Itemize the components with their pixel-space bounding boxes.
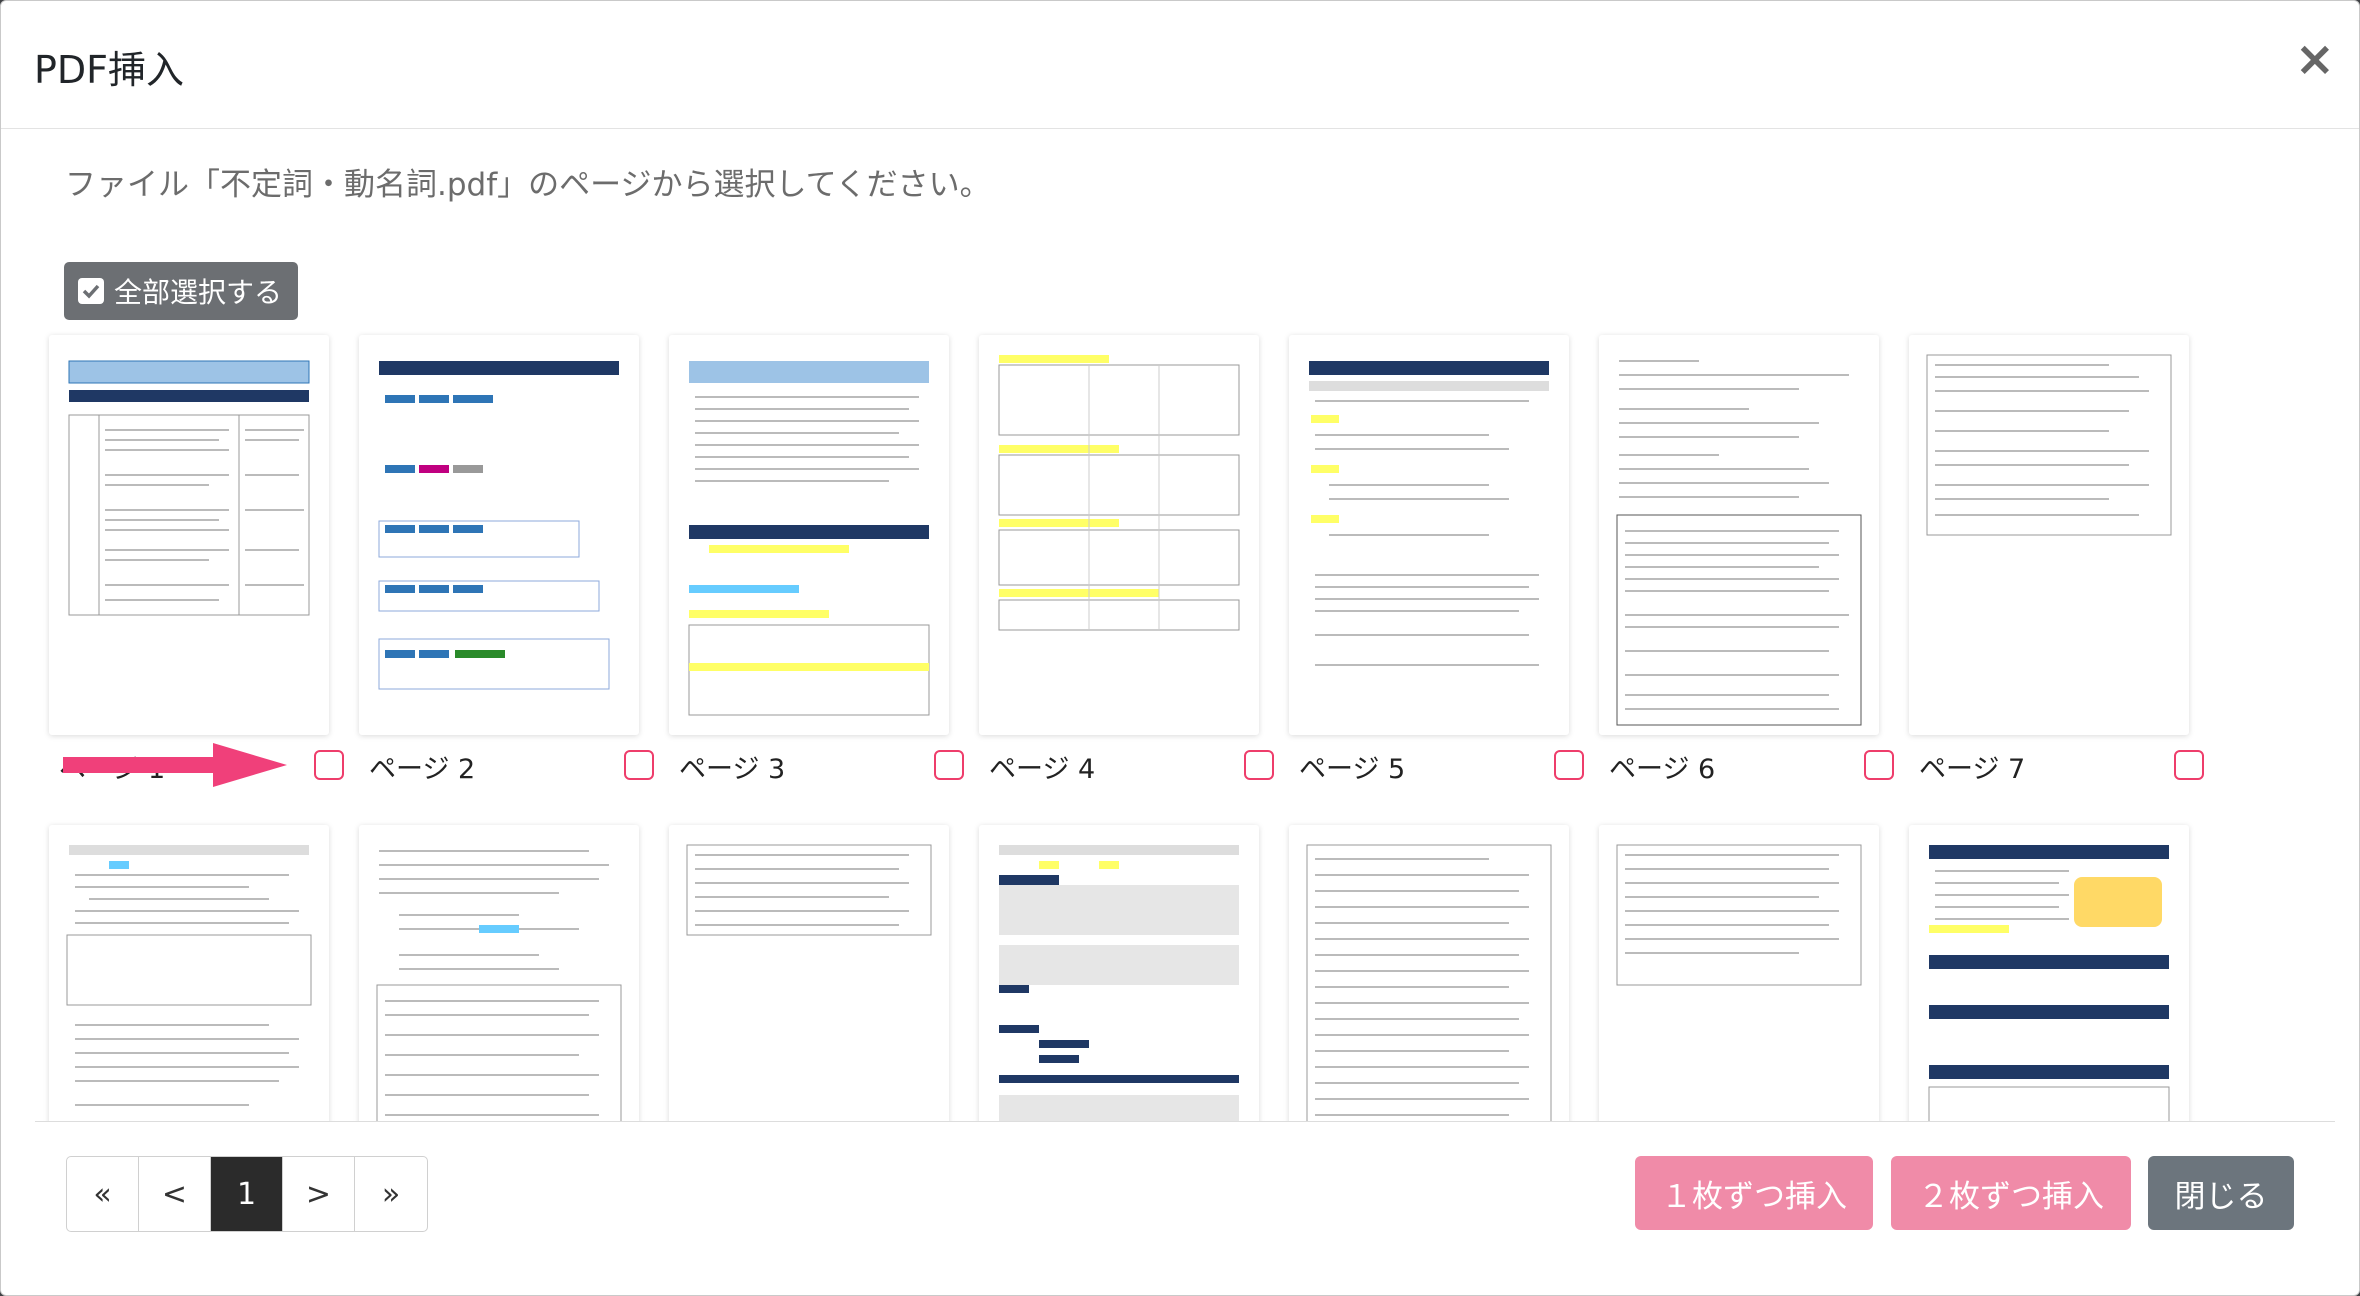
insert-one-button[interactable]: １枚ずつ挿入 <box>1635 1156 1873 1230</box>
page-checkbox[interactable] <box>934 750 964 780</box>
page-card <box>49 825 329 1121</box>
last-page-button[interactable]: » <box>355 1157 427 1231</box>
page-card <box>1599 825 1879 1121</box>
page-thumbnail-grid: ページ 1 ページ 2 <box>35 331 2335 1122</box>
page-thumbnail[interactable] <box>49 335 329 735</box>
page-thumbnail[interactable] <box>669 335 949 735</box>
pdf-insert-dialog: PDF挿入 × ファイル「不定詞・動名詞.pdf」のページから選択してください。… <box>0 0 2360 1296</box>
prev-page-button[interactable]: < <box>139 1157 211 1231</box>
page-label: ページ 4 <box>989 754 1096 785</box>
page-card: ページ 1 <box>49 335 344 785</box>
page-label: ページ 3 <box>679 754 786 785</box>
page-card: ページ 4 <box>979 335 1274 785</box>
page-card: ページ 3 <box>669 335 964 785</box>
page-thumbnail[interactable] <box>49 825 329 1121</box>
current-page-button[interactable]: 1 <box>211 1157 283 1231</box>
page-checkbox[interactable] <box>1554 750 1584 780</box>
close-icon[interactable]: × <box>2295 35 2335 83</box>
page-card: ページ 6 <box>1599 335 1894 785</box>
pointer-arrow-icon <box>63 743 287 787</box>
page-thumbnail[interactable] <box>1599 825 1879 1121</box>
first-page-button[interactable]: « <box>67 1157 139 1231</box>
dialog-header: PDF挿入 × <box>1 1 2359 129</box>
page-thumbnail[interactable] <box>1909 335 2189 735</box>
page-card: ページ 7 <box>1909 335 2204 785</box>
page-label: ページ 5 <box>1299 754 1406 785</box>
page-checkbox[interactable] <box>2174 750 2204 780</box>
page-card <box>359 825 639 1121</box>
dialog-title: PDF挿入 <box>34 48 185 92</box>
page-thumbnail[interactable] <box>979 335 1259 735</box>
page-thumbnail[interactable] <box>1289 335 1569 735</box>
page-checkbox[interactable] <box>624 750 654 780</box>
page-checkbox[interactable] <box>1864 750 1894 780</box>
page-thumbnail[interactable] <box>979 825 1259 1121</box>
page-thumbnail[interactable] <box>1289 825 1569 1121</box>
page-thumbnail[interactable] <box>1909 825 2189 1121</box>
next-page-button[interactable]: > <box>283 1157 355 1231</box>
insert-two-button[interactable]: ２枚ずつ挿入 <box>1891 1156 2131 1230</box>
page-thumbnail[interactable] <box>1599 335 1879 735</box>
page-label: ページ 6 <box>1609 754 1716 785</box>
pagination: « < 1 > » <box>66 1156 428 1232</box>
page-card <box>979 825 1259 1121</box>
page-card <box>669 825 949 1121</box>
page-card: ページ 2 <box>359 335 654 785</box>
page-checkbox[interactable] <box>314 750 344 780</box>
checkbox-checked-icon <box>78 278 104 304</box>
page-label: ページ 7 <box>1919 754 2026 785</box>
page-card <box>1289 825 1569 1121</box>
select-all-button[interactable]: 全部選択する <box>64 262 298 320</box>
page-card <box>1909 825 2189 1121</box>
page-thumbnail[interactable] <box>359 825 639 1121</box>
page-checkbox[interactable] <box>1244 750 1274 780</box>
select-all-label: 全部選択する <box>114 276 283 309</box>
page-thumbnail[interactable] <box>359 335 639 735</box>
page-thumbnail[interactable] <box>669 825 949 1121</box>
close-button[interactable]: 閉じる <box>2148 1156 2294 1230</box>
page-label: ページ 2 <box>369 754 476 785</box>
instruction-text: ファイル「不定詞・動名詞.pdf」のページから選択してください。 <box>65 167 991 203</box>
page-card: ページ 5 <box>1289 335 1584 785</box>
